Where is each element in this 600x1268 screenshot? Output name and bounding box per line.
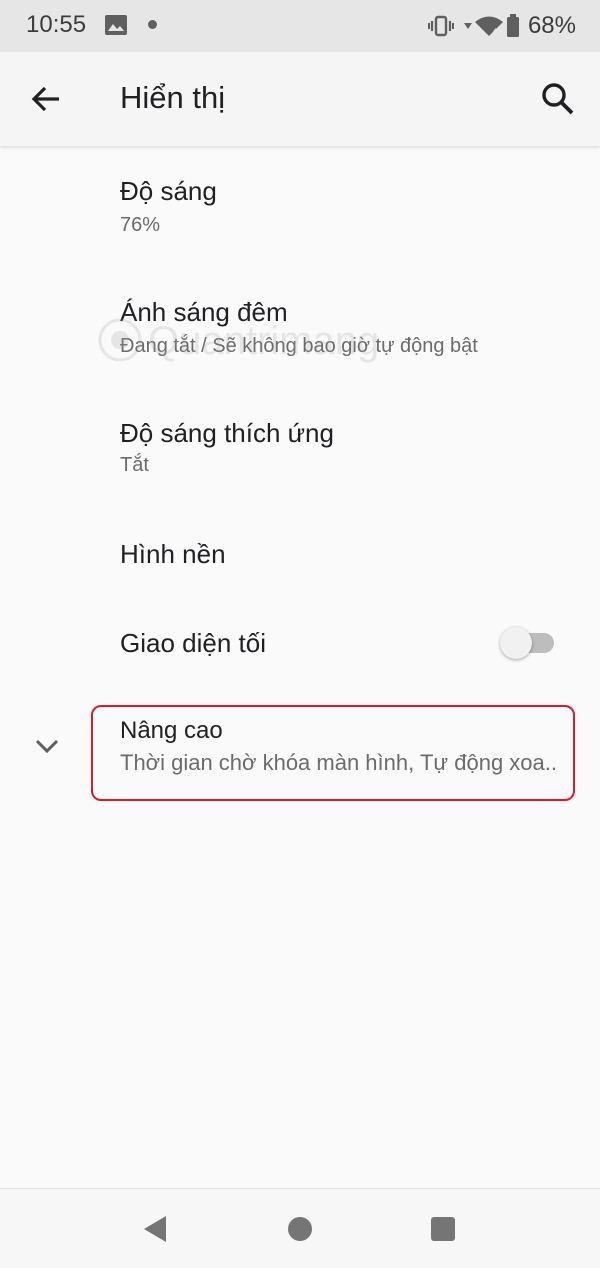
back-triangle-icon[interactable]: [142, 1215, 168, 1243]
dark-theme-title: Giao diện tối: [120, 628, 266, 658]
setting-adaptive-brightness[interactable]: Độ sáng thích ứng Tắt: [0, 402, 600, 506]
photo-icon: [105, 15, 127, 35]
status-icons: 4 68%: [427, 11, 576, 41]
home-circle-icon[interactable]: [288, 1217, 312, 1241]
svg-text:4: 4: [492, 28, 498, 37]
brightness-title: Độ sáng: [120, 176, 217, 206]
setting-wallpaper[interactable]: Hình nền: [0, 515, 600, 595]
adaptive-brightness-title: Độ sáng thích ứng: [120, 418, 334, 448]
setting-night-light[interactable]: Ánh sáng đêm Đang tắt / Sẽ không bao giờ…: [0, 281, 600, 385]
brightness-value: 76%: [120, 214, 161, 236]
arrow-left-icon[interactable]: [26, 79, 66, 119]
battery-percent: 68%: [527, 12, 576, 39]
status-bar: 10:55 4 68%: [0, 0, 600, 52]
app-bar: Hiển thị: [0, 52, 600, 146]
night-light-title: Ánh sáng đêm: [120, 297, 288, 327]
dark-theme-toggle-thumb[interactable]: [500, 627, 532, 659]
status-time: 10:55: [26, 11, 87, 38]
battery-icon: [506, 14, 519, 37]
night-light-summary: Đang tắt / Sẽ không bao giờ tự động bật: [120, 335, 478, 357]
wallpaper-title: Hình nền: [120, 539, 226, 569]
wifi-icon: 4: [474, 16, 503, 37]
page-title: Hiển thị: [120, 80, 226, 115]
recents-square-icon[interactable]: [431, 1217, 455, 1241]
chevron-down-icon[interactable]: [34, 736, 60, 756]
advanced-highlight-box: [91, 705, 575, 801]
notification-dot: [148, 20, 157, 29]
vibrate-icon: [427, 15, 454, 37]
setting-brightness[interactable]: Độ sáng 76%: [0, 160, 600, 264]
signal-icon: [463, 23, 472, 29]
search-icon[interactable]: [538, 79, 578, 119]
adaptive-brightness-value: Tắt: [120, 454, 149, 476]
navigation-bar: [0, 1188, 600, 1268]
